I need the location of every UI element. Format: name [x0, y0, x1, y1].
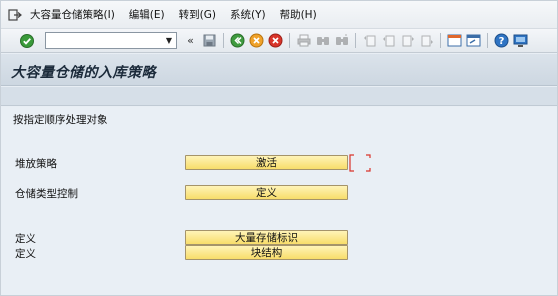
focus-indicator	[349, 154, 371, 172]
command-input[interactable]	[48, 34, 160, 47]
menu-system[interactable]: 系统(Y)	[230, 7, 266, 22]
command-field[interactable]: ▼	[45, 32, 177, 49]
next-page-icon[interactable]	[399, 32, 416, 49]
define-label-2: 定义	[15, 248, 36, 260]
back-icon[interactable]	[229, 32, 246, 49]
storage-type-control-label: 仓储类型控制	[15, 188, 78, 200]
customize-layout-icon[interactable]	[512, 32, 529, 49]
first-page-icon[interactable]	[361, 32, 378, 49]
toolbar-separator	[440, 33, 441, 48]
cancel-icon[interactable]	[267, 32, 284, 49]
title-bar: 大容量仓储的入库策略	[1, 54, 557, 86]
block-structure-button[interactable]: 块结构	[185, 245, 348, 260]
instruction-text: 按指定顺序处理对象	[13, 114, 108, 126]
putaway-strategy-label: 堆放策略	[15, 158, 57, 170]
define-label-1: 定义	[15, 233, 36, 245]
previous-page-icon[interactable]	[380, 32, 397, 49]
shortcut-icon[interactable]	[465, 32, 482, 49]
bulk-storage-indicator-button[interactable]: 大量存储标识	[185, 230, 348, 245]
save-icon[interactable]	[201, 32, 218, 49]
help-icon[interactable]: ?	[493, 32, 510, 49]
toolbar-separator	[223, 33, 224, 48]
create-session-icon[interactable]	[446, 32, 463, 49]
enter-icon[interactable]	[19, 33, 35, 49]
last-page-icon[interactable]	[418, 32, 435, 49]
find-next-icon[interactable]	[333, 32, 350, 49]
define-storage-type-button[interactable]: 定义	[185, 185, 348, 200]
command-dropdown-icon[interactable]: ▼	[162, 33, 176, 48]
page-title: 大容量仓储的入库策略	[11, 65, 156, 81]
menu-bar: 大容量仓储策略(I) 编辑(E) 转到(G) 系统(Y) 帮助(H)	[1, 1, 557, 28]
toolbar-separator	[487, 33, 488, 48]
main-content: 按指定顺序处理对象 堆放策略 激活 仓储类型控制 定义 定义 大量存储标识 定义…	[1, 107, 557, 295]
activate-button[interactable]: 激活	[185, 155, 348, 170]
menu-goto[interactable]: 转到(G)	[179, 7, 216, 22]
toolbar-separator	[289, 33, 290, 48]
application-toolbar	[1, 87, 557, 106]
menu-bulk-storage-strategy[interactable]: 大容量仓储策略(I)	[30, 7, 115, 22]
print-icon[interactable]	[295, 32, 312, 49]
svg-text:?: ?	[499, 36, 505, 47]
menu-edit[interactable]: 编辑(E)	[129, 7, 165, 22]
exit-icon[interactable]	[7, 8, 23, 22]
standard-toolbar: ▼ « ?	[1, 28, 557, 53]
menu-help[interactable]: 帮助(H)	[280, 7, 317, 22]
find-icon[interactable]	[314, 32, 331, 49]
exit-session-icon[interactable]	[248, 32, 265, 49]
toolbar-separator	[355, 33, 356, 48]
collapse-command-icon[interactable]: «	[182, 32, 199, 49]
